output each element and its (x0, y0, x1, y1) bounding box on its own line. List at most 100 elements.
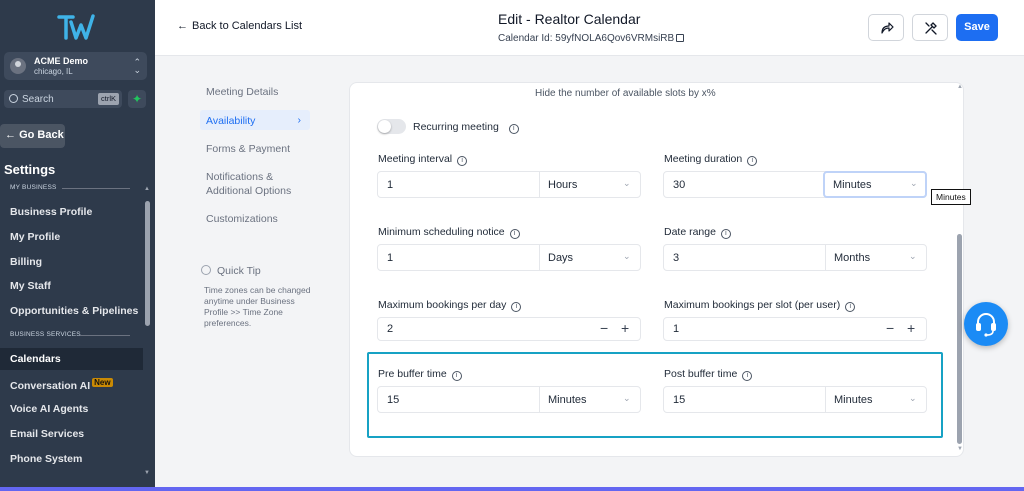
info-icon[interactable]: i (457, 156, 468, 166)
date-range-input[interactable]: 3 (673, 252, 679, 264)
min-notice-input[interactable]: 1 (387, 252, 393, 264)
chevron-down-icon: ⌄ (623, 393, 631, 403)
tab-forms-payment[interactable]: Forms & Payment (206, 142, 290, 156)
company-logo (57, 14, 95, 40)
post-buffer-unit-select[interactable]: Minutes (834, 394, 873, 406)
availability-card: Hide the number of available slots by x%… (349, 82, 964, 457)
section-business-services: BUSINESS SERVICES (10, 331, 130, 338)
scroll-up-icon[interactable]: ▲ (957, 84, 963, 90)
scroll-thumb[interactable] (145, 201, 150, 326)
avatar (10, 58, 26, 74)
max-bookings-day-input[interactable]: 2 (387, 323, 393, 335)
headset-icon (976, 313, 996, 337)
max-bookings-slot-input[interactable]: 1 (673, 323, 679, 335)
save-button[interactable]: Save (956, 14, 998, 41)
share-icon (881, 22, 894, 34)
pre-buffer-input[interactable]: 15 (387, 394, 399, 406)
tools-icon (925, 22, 937, 35)
date-range-label: Date range i (664, 226, 731, 239)
divider (825, 245, 826, 270)
support-button[interactable] (964, 302, 1008, 346)
tab-notifications[interactable]: Notifications & Additional Options (206, 170, 291, 198)
meeting-interval-unit-select[interactable]: Hours (548, 179, 577, 191)
min-notice-label: Minimum scheduling notice i (378, 226, 520, 239)
lightbulb-icon (201, 265, 211, 275)
calendar-id: Calendar Id: 59yfNOLA6Qov6VRMsiRB (498, 33, 685, 44)
sidebar-item-my-profile[interactable]: My Profile (10, 231, 60, 243)
sidebar-item-conversation-ai[interactable]: Conversation AI New (10, 378, 113, 392)
info-icon[interactable]: i (509, 229, 520, 239)
sidebar: ACME Demo chicago, IL ⌃ ⌄ Search ctrlK ✦ … (0, 0, 155, 491)
date-range-unit-select[interactable]: Months (834, 252, 870, 264)
min-notice-unit-select[interactable]: Days (548, 252, 573, 264)
new-badge: New (92, 378, 113, 387)
info-icon[interactable]: i (742, 371, 753, 381)
calendar-id-text: Calendar Id: 59yfNOLA6Qov6VRMsiRB (498, 33, 675, 44)
copy-icon[interactable] (676, 34, 685, 42)
info-icon[interactable]: i (511, 302, 522, 312)
label-text: Post buffer time (664, 368, 738, 380)
chevron-down-icon: ⌄ (910, 178, 918, 188)
increment-button[interactable]: + (907, 320, 915, 336)
share-button[interactable] (868, 14, 904, 41)
tab-availability[interactable]: Availability › (200, 110, 310, 130)
account-switcher[interactable]: ACME Demo chicago, IL ⌃ ⌄ (4, 52, 147, 80)
info-icon[interactable]: i (508, 124, 519, 134)
post-buffer-input[interactable]: 15 (673, 394, 685, 406)
sidebar-item-calendars[interactable]: Calendars (0, 348, 143, 370)
meeting-interval-field: 1 Hours ⌄ (377, 171, 641, 198)
tab-meeting-details[interactable]: Meeting Details (206, 85, 278, 99)
recurring-toggle[interactable] (377, 119, 406, 134)
meeting-interval-input[interactable]: 1 (387, 179, 393, 191)
account-name: ACME Demo (34, 56, 89, 66)
sidebar-item-email-services[interactable]: Email Services (10, 428, 84, 440)
info-icon[interactable]: i (747, 156, 758, 166)
increment-button[interactable]: + (621, 320, 629, 336)
max-bookings-slot-label: Maximum bookings per slot (per user) i (664, 299, 856, 312)
scroll-down-icon[interactable]: ▼ (957, 446, 963, 452)
info-icon[interactable]: i (451, 371, 462, 381)
search-input[interactable]: Search ctrlK (4, 90, 122, 108)
scroll-up-icon[interactable]: ▲ (144, 186, 150, 192)
info-icon[interactable]: i (720, 229, 731, 239)
meeting-duration-field: 30 Minutes ⌄ (663, 171, 927, 198)
meeting-duration-label: Meeting duration i (664, 153, 758, 166)
pre-buffer-unit-select[interactable]: Minutes (548, 394, 587, 406)
content-scrollbar[interactable]: ▲ ▼ (956, 84, 964, 456)
go-back-button[interactable]: ← Go Back (0, 124, 65, 148)
sparkle-icon[interactable]: ✦ (128, 90, 146, 108)
meeting-duration-unit-select[interactable]: Minutes (833, 179, 872, 191)
sidebar-item-opportunities[interactable]: Opportunities & Pipelines (10, 305, 138, 317)
pre-buffer-field: 15 Minutes ⌄ (377, 386, 641, 413)
tab-customizations[interactable]: Customizations (206, 212, 278, 226)
scroll-thumb[interactable] (957, 234, 962, 444)
divider (539, 245, 540, 270)
chevron-down-icon: ⌄ (909, 393, 917, 403)
label-text: Maximum bookings per slot (per user) (664, 299, 841, 311)
arrow-left-icon: ← (5, 129, 16, 141)
decrement-button[interactable]: − (886, 320, 894, 336)
info-icon[interactable]: i (845, 302, 856, 312)
page-title: Edit - Realtor Calendar (498, 11, 641, 27)
sidebar-scrollbar[interactable]: ▲ ▼ (144, 186, 151, 481)
quick-tip-label: Quick Tip (217, 265, 261, 277)
post-buffer-field: 15 Minutes ⌄ (663, 386, 927, 413)
sidebar-item-phone-system[interactable]: Phone System (10, 453, 82, 465)
sidebar-item-billing[interactable]: Billing (10, 256, 42, 268)
sidebar-item-business-profile[interactable]: Business Profile (10, 206, 92, 218)
sidebar-item-voice-ai[interactable]: Voice AI Agents (10, 403, 88, 415)
bottom-accent-bar (0, 487, 1024, 491)
search-icon (9, 94, 18, 103)
decrement-button[interactable]: − (600, 320, 608, 336)
divider (62, 188, 130, 189)
sidebar-item-my-staff[interactable]: My Staff (10, 280, 51, 292)
chevron-up-down-icon: ⌃ ⌄ (133, 57, 141, 75)
recurring-label-text: Recurring meeting (413, 121, 499, 133)
shortcut-badge: ctrlK (98, 93, 119, 105)
tools-button[interactable] (912, 14, 948, 41)
meeting-duration-input[interactable]: 30 (673, 179, 685, 191)
arrow-left-icon: ← (177, 20, 188, 32)
back-to-calendars-link[interactable]: ← Back to Calendars List (177, 20, 302, 32)
scroll-down-icon[interactable]: ▼ (144, 470, 150, 476)
recurring-label: Recurring meeting i (413, 121, 519, 134)
